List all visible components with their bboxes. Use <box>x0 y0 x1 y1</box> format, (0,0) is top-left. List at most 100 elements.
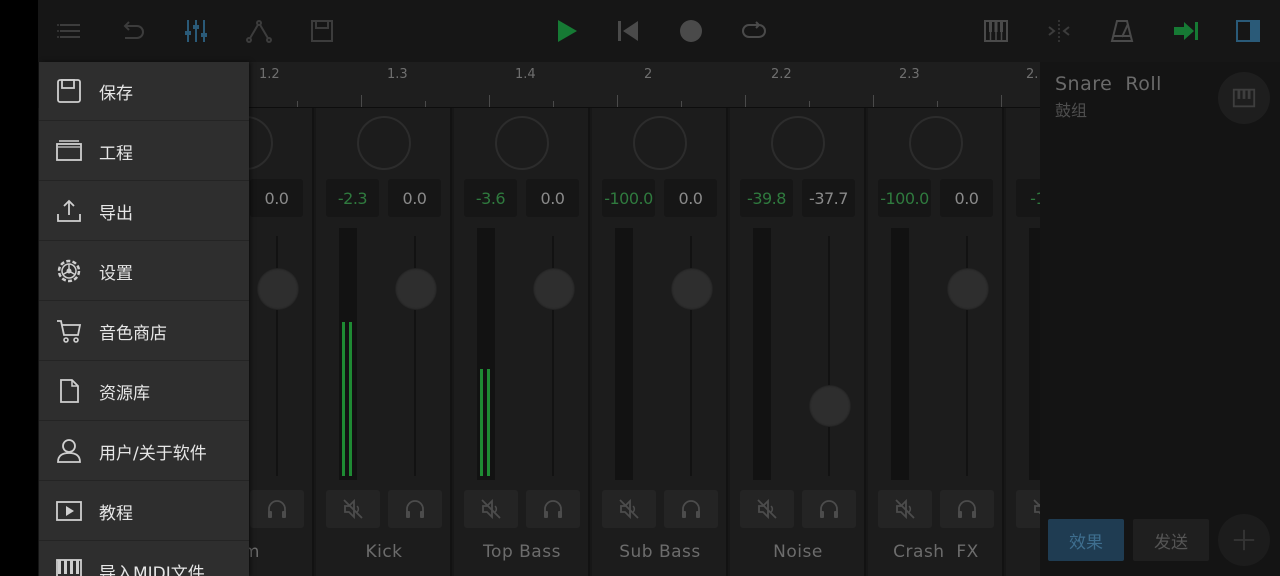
mute-button[interactable] <box>326 490 380 528</box>
instrument-name[interactable]: Snare Roll <box>1055 73 1162 95</box>
level-meter <box>615 228 633 480</box>
split-icon[interactable] <box>1041 13 1077 49</box>
speaker-muted-icon <box>757 498 777 520</box>
solo-button[interactable] <box>388 490 442 528</box>
solo-button[interactable] <box>250 490 304 528</box>
arrow-right-icon[interactable] <box>1167 13 1203 49</box>
mute-button[interactable] <box>602 490 656 528</box>
toolbar <box>38 0 1280 62</box>
ruler-tick <box>361 95 362 107</box>
pan-value[interactable]: 0.0 <box>664 179 717 217</box>
timeline-ruler[interactable]: 1.2 1.3 1.4 2 2.2 2.3 2. <box>248 62 1066 108</box>
pan-value[interactable]: -37.7 <box>802 179 855 217</box>
pan-value[interactable]: 0.0 <box>526 179 579 217</box>
metronome-icon[interactable] <box>1104 13 1140 49</box>
upload-icon <box>55 197 83 225</box>
solo-button[interactable] <box>664 490 718 528</box>
piano-icon <box>1232 88 1256 108</box>
ruler-tick <box>617 95 618 107</box>
menu-item-tutorial[interactable]: 教程 <box>39 482 249 541</box>
loop-icon[interactable] <box>736 13 772 49</box>
save-icon[interactable] <box>304 13 340 49</box>
menu-item-library[interactable]: 资源库 <box>39 362 249 421</box>
mixer-channel: -39.8 -37.7 Noise <box>730 108 866 576</box>
effects-tab[interactable]: 效果 <box>1048 519 1124 561</box>
channel-name[interactable]: Sub Bass <box>592 542 728 562</box>
mute-button[interactable] <box>740 490 794 528</box>
menu-item-label: 设置 <box>99 263 133 284</box>
pan-knob[interactable] <box>495 116 549 170</box>
solo-button[interactable] <box>940 490 994 528</box>
piano-keyboard-button[interactable] <box>1218 72 1270 124</box>
pan-knob[interactable] <box>771 116 825 170</box>
menu-item-sound-store[interactable]: 音色商店 <box>39 302 249 361</box>
menu-item-save[interactable]: 保存 <box>39 62 249 121</box>
ruler-label: 1.3 <box>387 67 408 82</box>
ruler-tick <box>745 95 746 107</box>
channel-name[interactable]: Top Bass <box>454 542 590 562</box>
menu-item-user-about[interactable]: 用户/关于软件 <box>39 422 249 481</box>
menu-icon[interactable] <box>52 13 88 49</box>
ruler-label: 1.2 <box>259 67 280 82</box>
ruler-label: 2.3 <box>899 67 920 82</box>
play-icon[interactable] <box>548 13 584 49</box>
add-button[interactable] <box>1218 514 1270 566</box>
save-icon <box>55 77 83 105</box>
headphones-icon <box>820 500 838 518</box>
plus-icon <box>1233 529 1255 551</box>
solo-button[interactable] <box>526 490 580 528</box>
headphones-icon <box>268 500 286 518</box>
menu-item-import-midi[interactable]: 导入MIDI文件 <box>39 542 249 576</box>
pan-value[interactable]: 0.0 <box>940 179 993 217</box>
channel-name[interactable]: Noise <box>730 542 866 562</box>
menu-item-project[interactable]: 工程 <box>39 122 249 181</box>
ruler-label: 2. <box>1026 67 1039 82</box>
ruler-tick <box>873 95 874 107</box>
mute-button[interactable] <box>878 490 932 528</box>
mute-button[interactable] <box>464 490 518 528</box>
record-icon[interactable] <box>673 13 709 49</box>
volume-db-value[interactable]: -2.3 <box>326 179 379 217</box>
pan-value[interactable]: 0.0 <box>388 179 441 217</box>
headphones-icon <box>682 500 700 518</box>
mixer-channel: -2.3 0.0 Kick <box>316 108 452 576</box>
piano-keys-icon <box>55 557 83 576</box>
ruler-tick <box>489 95 490 107</box>
automation-icon[interactable] <box>241 13 277 49</box>
pan-knob[interactable] <box>357 116 411 170</box>
volume-fader[interactable] <box>809 385 851 427</box>
menu-item-settings[interactable]: 设置 <box>39 242 249 301</box>
pan-knob[interactable] <box>633 116 687 170</box>
solo-button[interactable] <box>802 490 856 528</box>
volume-db-value[interactable]: -39.8 <box>740 179 793 217</box>
headphones-icon <box>406 500 424 518</box>
volume-fader[interactable] <box>533 268 575 310</box>
menu-item-export[interactable]: 导出 <box>39 182 249 241</box>
user-icon <box>55 437 83 465</box>
volume-fader[interactable] <box>671 268 713 310</box>
volume-db-value[interactable]: -3.6 <box>464 179 517 217</box>
mixer-channel: -3.6 0.0 Top Bass <box>454 108 590 576</box>
folder-icon <box>55 137 83 165</box>
fader-track[interactable] <box>828 236 830 476</box>
settings-icon <box>55 257 83 285</box>
ruler-tick <box>425 101 426 107</box>
send-tab[interactable]: 发送 <box>1133 519 1209 561</box>
volume-db-value[interactable]: -100.0 <box>878 179 931 217</box>
channel-name[interactable]: Crash FX <box>868 542 1004 562</box>
panel-toggle-icon[interactable] <box>1230 13 1266 49</box>
volume-fader[interactable] <box>257 268 299 310</box>
piano-icon[interactable] <box>978 13 1014 49</box>
volume-fader[interactable] <box>947 268 989 310</box>
menu-item-label: 导入MIDI文件 <box>99 563 205 576</box>
skip-back-icon[interactable] <box>610 13 646 49</box>
video-icon <box>55 497 83 525</box>
volume-db-value[interactable]: -100.0 <box>602 179 655 217</box>
pan-value[interactable]: 0.0 <box>250 179 303 217</box>
ruler-tick <box>553 101 554 107</box>
undo-icon[interactable] <box>115 13 151 49</box>
channel-name[interactable]: Kick <box>316 542 452 562</box>
pan-knob[interactable] <box>909 116 963 170</box>
mixer-icon[interactable] <box>178 13 214 49</box>
volume-fader[interactable] <box>395 268 437 310</box>
